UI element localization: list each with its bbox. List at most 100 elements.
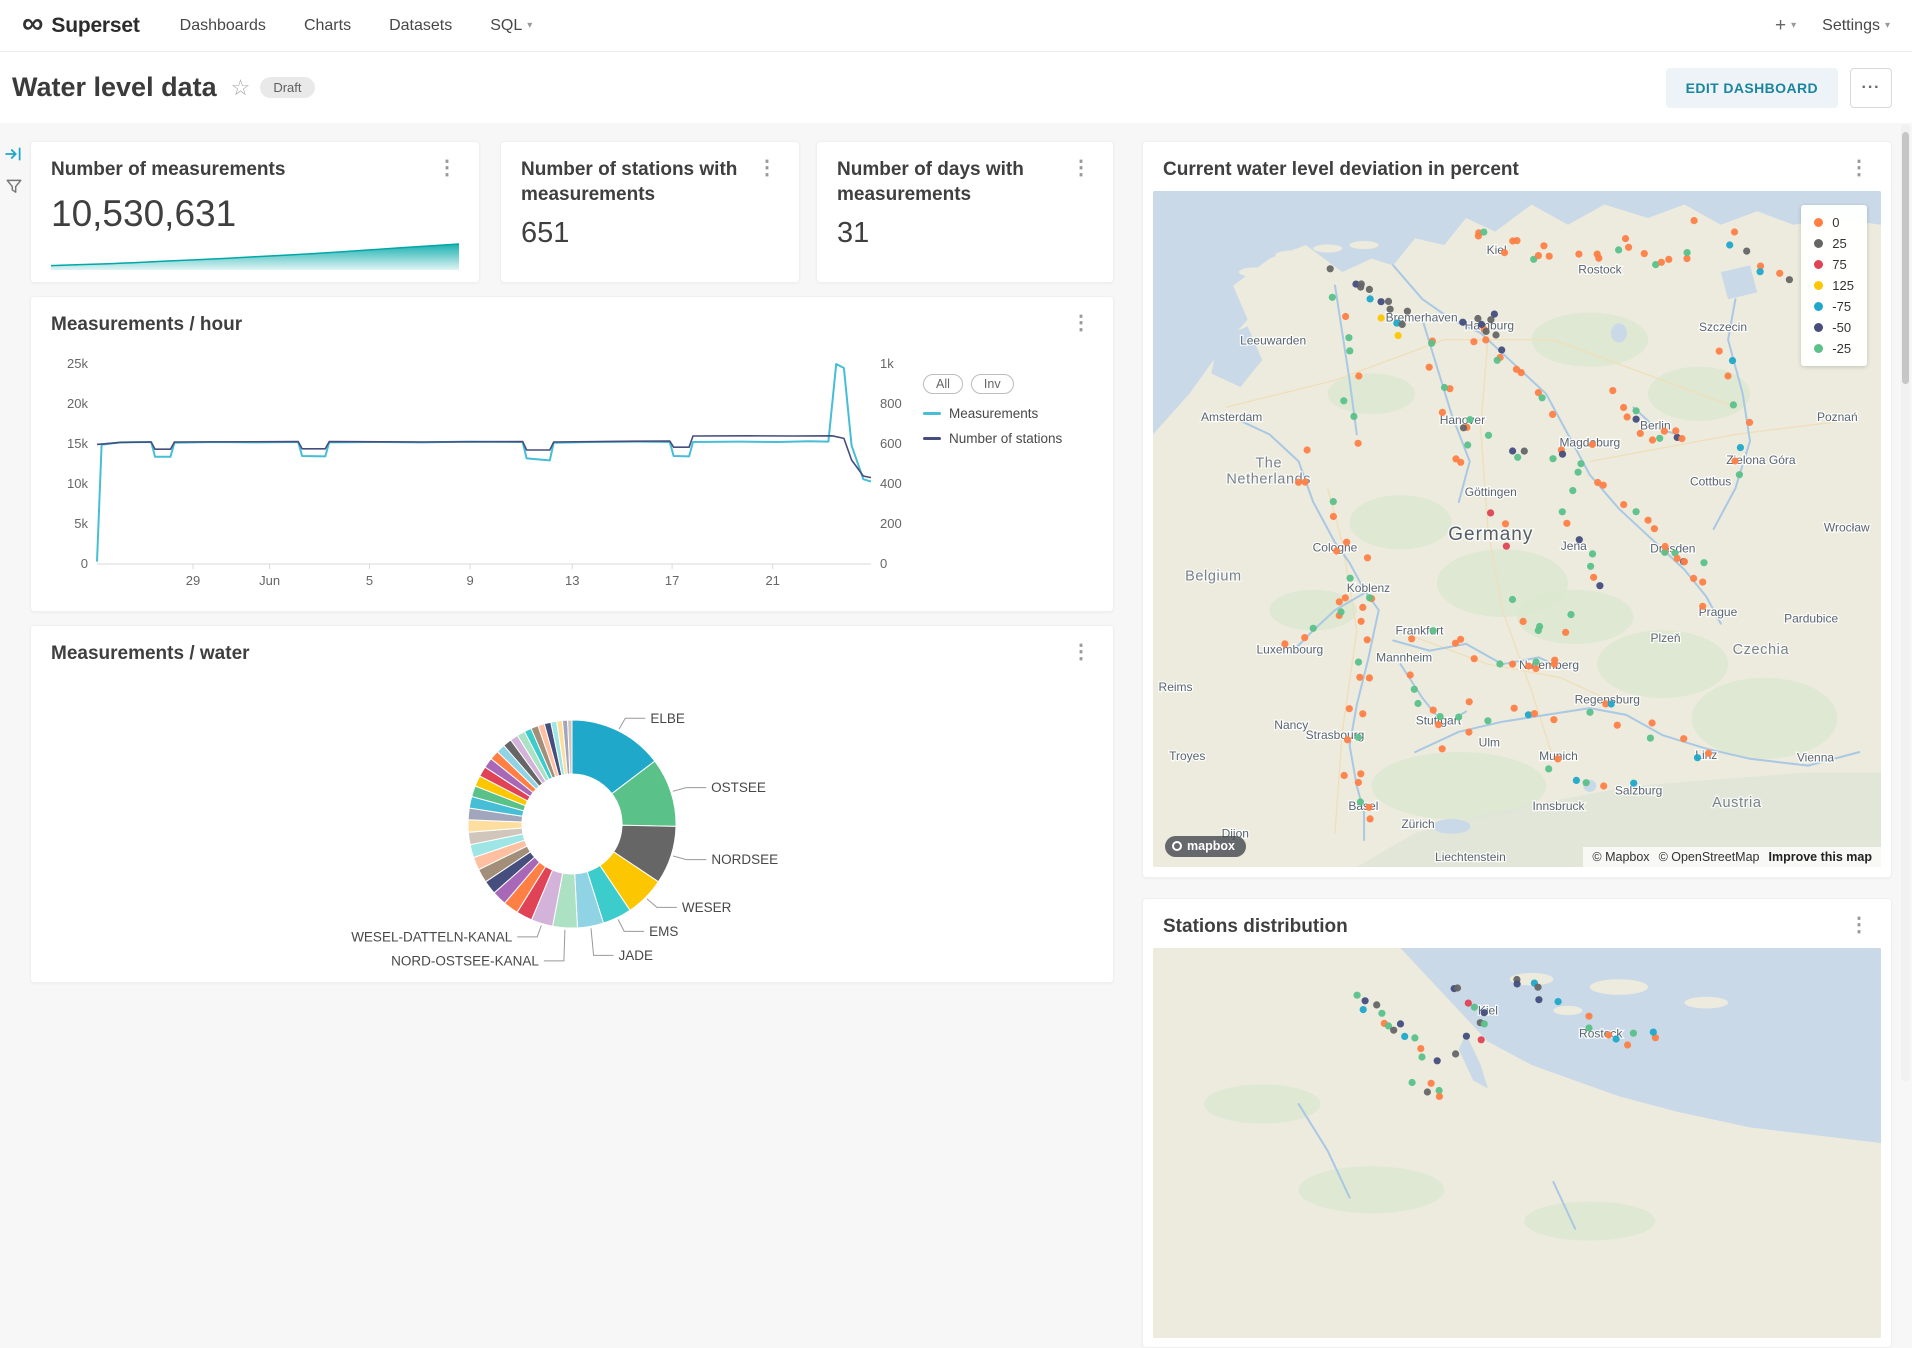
filter-funnel-icon[interactable]	[5, 177, 23, 195]
nav-dashboards[interactable]: Dashboards	[180, 17, 266, 35]
station-dot	[1600, 782, 1607, 789]
chart-menu-kebab-icon[interactable]: ⋮	[1069, 313, 1093, 333]
legend-all-button[interactable]: All	[923, 374, 963, 394]
superset-infinity-icon: ∞	[22, 9, 43, 39]
kpi-measurements-sparkline	[51, 240, 459, 270]
station-dot	[1360, 1006, 1367, 1013]
favorite-star-icon[interactable]: ☆	[231, 75, 251, 101]
mapbox-logo[interactable]: mapbox	[1165, 836, 1246, 857]
svg-text:15k: 15k	[67, 436, 88, 451]
page-scrollbar[interactable]	[1901, 124, 1910, 1081]
station-dot	[1496, 660, 1503, 667]
map-label: Zürich	[1401, 816, 1434, 830]
chart-menu-kebab-icon[interactable]: ⋮	[1069, 158, 1093, 178]
legend-swatch	[1814, 260, 1823, 269]
mapbox-attribution-link[interactable]: © Mapbox	[1592, 850, 1649, 864]
station-dot	[1373, 1001, 1380, 1008]
scrollbar-thumb[interactable]	[1902, 132, 1909, 384]
expand-filter-bar-button[interactable]	[5, 145, 23, 163]
edit-dashboard-button[interactable]: EDIT DASHBOARD	[1666, 68, 1838, 108]
station-dot	[1358, 280, 1365, 287]
legend-label: -50	[1832, 320, 1851, 335]
station-dot	[1595, 254, 1602, 261]
station-dot	[1337, 608, 1344, 615]
chart-menu-kebab-icon[interactable]: ⋮	[1069, 642, 1093, 662]
chart-menu-kebab-icon[interactable]: ⋮	[435, 158, 459, 178]
station-dot	[1482, 336, 1489, 343]
station-dot	[1487, 509, 1494, 516]
station-dot	[1411, 685, 1418, 692]
deviation-map-legend: 02575125-75-50-25	[1801, 205, 1867, 366]
map-legend-item: -25	[1814, 341, 1854, 356]
pie-label-nord-ostsee-kanal: NORD-OSTSEE-KANAL	[391, 953, 539, 968]
station-dot	[1424, 1088, 1431, 1095]
station-dot	[1428, 339, 1435, 346]
station-dot	[1454, 984, 1461, 991]
map-label: Göttingen	[1465, 485, 1517, 499]
nav-sql-label: SQL	[490, 17, 522, 35]
improve-map-link[interactable]: Improve this map	[1769, 850, 1873, 864]
settings-menu[interactable]: Settings ▾	[1822, 17, 1890, 35]
nav-sql[interactable]: SQL ▾	[490, 17, 532, 35]
hour-chart-canvas: 05k10k15k20k25k02004006008001k29Jun59131…	[39, 346, 923, 602]
dashboard-more-button[interactable]: ···	[1850, 68, 1892, 108]
map-label: Reims	[1159, 680, 1193, 694]
map-label: Rostock	[1578, 262, 1622, 276]
station-dot	[1281, 640, 1288, 647]
station-dot	[1535, 252, 1542, 259]
station-dot	[1355, 779, 1362, 786]
map-label: Belgium	[1185, 568, 1242, 584]
station-dot	[1746, 418, 1753, 425]
station-dot	[1736, 471, 1743, 478]
station-dot	[1327, 265, 1334, 272]
station-dot	[1554, 755, 1561, 762]
station-dot	[1457, 458, 1464, 465]
station-dot	[1590, 573, 1597, 580]
svg-text:1k: 1k	[880, 356, 894, 371]
legend-inv-button[interactable]: Inv	[971, 374, 1014, 394]
station-dot	[1470, 338, 1477, 345]
kpi-days-value: 31	[817, 215, 1113, 250]
stations-map-canvas[interactable]: KielRostock	[1153, 948, 1881, 1338]
chevron-down-icon: ▾	[527, 20, 532, 31]
map-label: The	[1255, 455, 1282, 471]
map-label: Kiel	[1478, 1003, 1498, 1017]
nav-datasets[interactable]: Datasets	[389, 17, 452, 35]
superset-logo[interactable]: ∞ Superset	[22, 11, 140, 41]
legend-swatch	[1814, 323, 1823, 332]
map-legend-item: 75	[1814, 257, 1854, 272]
chart-title: Measurements / water	[51, 642, 250, 667]
station-dot	[1478, 1036, 1485, 1043]
station-dot	[1583, 779, 1590, 786]
new-item-button[interactable]: + ▾	[1775, 16, 1796, 35]
station-dot	[1555, 998, 1562, 1005]
legend-label: 75	[1832, 257, 1846, 272]
deviation-map-canvas[interactable]: LeeuwardenAmsterdamTheNetherlandsBremerh…	[1153, 191, 1881, 867]
station-dot	[1355, 372, 1362, 379]
legend-item-number-of-stations[interactable]: Number of stations	[923, 431, 1101, 446]
station-dot	[1408, 635, 1415, 642]
station-dot	[1726, 241, 1733, 248]
station-dot	[1614, 721, 1621, 728]
station-dot	[1366, 594, 1373, 601]
station-dot	[1569, 487, 1576, 494]
hour-legend-swatch-1	[923, 437, 941, 440]
legend-item-measurements[interactable]: Measurements	[923, 406, 1101, 421]
station-dot	[1776, 269, 1783, 276]
chart-menu-kebab-icon[interactable]: ⋮	[755, 158, 779, 178]
nav-charts[interactable]: Charts	[304, 17, 351, 35]
station-dot	[1551, 660, 1558, 667]
card-number-of-measurements: Number of measurements ⋮ 10,530,631	[30, 141, 480, 283]
station-dot	[1650, 1028, 1657, 1035]
station-dot	[1633, 508, 1640, 515]
station-dot	[1674, 555, 1681, 562]
station-dot	[1459, 318, 1466, 325]
station-dot	[1387, 305, 1394, 312]
mapbox-logo-text: mapbox	[1187, 839, 1235, 853]
station-dot	[1465, 728, 1472, 735]
chart-menu-kebab-icon[interactable]: ⋮	[1847, 915, 1871, 935]
station-dot	[1395, 332, 1402, 339]
osm-attribution-link[interactable]: © OpenStreetMap	[1659, 850, 1760, 864]
station-dot	[1407, 671, 1414, 678]
chart-menu-kebab-icon[interactable]: ⋮	[1847, 158, 1871, 178]
